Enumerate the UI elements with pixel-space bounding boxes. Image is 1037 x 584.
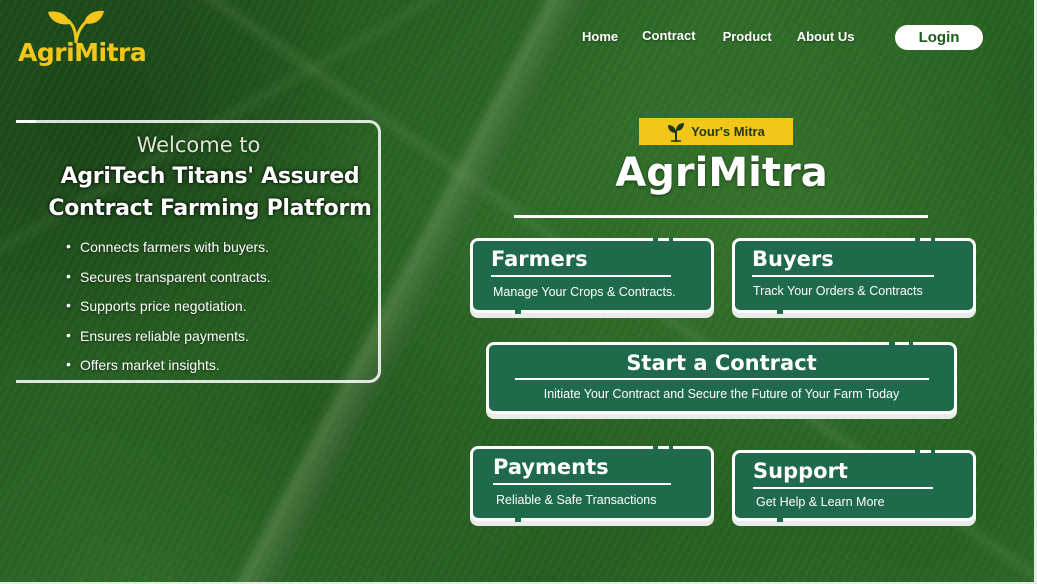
card-notch	[777, 309, 783, 314]
card-description: Manage Your Crops & Contracts.	[493, 285, 676, 299]
welcome-panel: Welcome to AgriTech Titans' Assured Cont…	[16, 120, 381, 383]
card-border-gap	[915, 238, 920, 241]
login-button[interactable]: Login	[895, 25, 983, 50]
card-description: Get Help & Learn More	[756, 495, 885, 509]
start-contract-card[interactable]: Start a Contract Initiate Your Contract …	[486, 342, 957, 414]
badge-label: Your's Mitra	[691, 124, 765, 139]
feature-list: Connects farmers with buyers. Secures tr…	[66, 238, 271, 387]
feature-item: Connects farmers with buyers.	[66, 238, 271, 269]
card-underline	[515, 378, 929, 380]
feature-item: Ensures reliable payments.	[66, 327, 271, 358]
brand-logo[interactable]: AgriMitra	[18, 10, 148, 70]
card-border-gap	[931, 238, 935, 241]
farmers-card[interactable]: Farmers Manage Your Crops & Contracts.	[470, 238, 714, 314]
welcome-title: AgriTech Titans' Assured Contract Farmin…	[40, 161, 380, 225]
card-notch	[515, 517, 521, 522]
card-border-gap	[669, 238, 673, 241]
nav-product[interactable]: Product	[723, 29, 772, 44]
card-border-gap	[915, 450, 920, 453]
yours-mitra-badge: Your's Mitra	[639, 118, 793, 145]
sprout-icon	[668, 122, 685, 142]
card-underline	[752, 275, 934, 277]
card-border-gap	[653, 238, 658, 241]
card-underline	[491, 275, 671, 277]
hero-divider	[514, 215, 928, 218]
nav-home[interactable]: Home	[582, 29, 618, 44]
feature-item: Offers market insights.	[66, 356, 271, 387]
nav-contract[interactable]: Contract	[642, 28, 695, 43]
card-notch	[777, 517, 783, 522]
card-title: Payments	[493, 455, 609, 479]
card-title: Start a Contract	[626, 351, 817, 375]
card-underline	[753, 487, 933, 489]
card-description: Reliable & Safe Transactions	[496, 493, 657, 507]
logo-text: AgriMitra	[18, 38, 147, 67]
support-card[interactable]: Support Get Help & Learn More	[732, 450, 976, 522]
card-border-gap	[909, 342, 913, 345]
card-border-gap	[653, 446, 658, 449]
welcome-title-line2: Contract Farming Platform	[48, 196, 372, 221]
card-title: Farmers	[491, 247, 588, 271]
card-notch	[515, 309, 521, 314]
card-title: Buyers	[752, 247, 834, 271]
card-title: Support	[753, 459, 848, 483]
hero-title: AgriMitra	[615, 150, 828, 196]
main-nav: Home Contract Product About Us	[582, 28, 880, 44]
card-border-gap	[931, 450, 935, 453]
feature-item: Secures transparent contracts.	[66, 268, 271, 299]
card-border-gap	[889, 342, 895, 345]
welcome-subtitle: Welcome to	[136, 133, 261, 157]
feature-item: Supports price negotiation.	[66, 297, 271, 328]
nav-about-us[interactable]: About Us	[797, 29, 855, 44]
card-underline	[493, 483, 671, 485]
payments-card[interactable]: Payments Reliable & Safe Transactions	[470, 446, 714, 522]
card-border-gap	[669, 446, 673, 449]
card-description: Initiate Your Contract and Secure the Fu…	[543, 387, 900, 401]
welcome-title-line1: AgriTech Titans' Assured	[60, 164, 360, 189]
card-description: Track Your Orders & Contracts	[753, 284, 923, 298]
buyers-card[interactable]: Buyers Track Your Orders & Contracts	[732, 238, 976, 314]
